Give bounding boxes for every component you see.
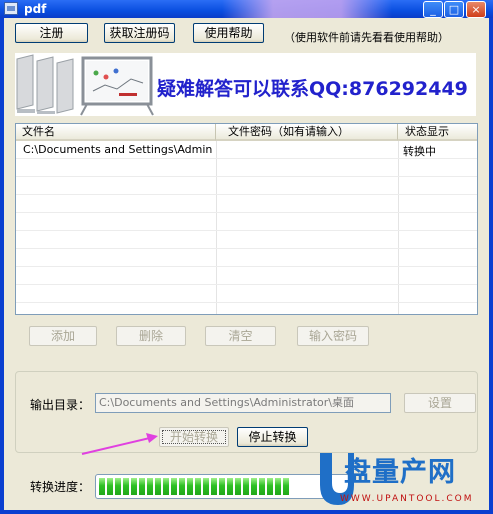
progress-segment: [267, 478, 273, 495]
delete-file-button[interactable]: 删除: [116, 326, 186, 346]
progress-segment: [171, 478, 177, 495]
progress-segment: [139, 478, 145, 495]
progress-segment: [147, 478, 153, 495]
annotation-arrow: [81, 433, 158, 455]
file-name-cell: C:\Documents and Settings\Administr...: [23, 143, 213, 156]
app-icon: [4, 2, 18, 15]
progress-segment: [155, 478, 161, 495]
grid-line: [16, 266, 477, 267]
grid-line: [16, 194, 477, 195]
progress-segment: [163, 478, 169, 495]
output-dir-field[interactable]: C:\Documents and Settings\Administrator\…: [95, 393, 391, 413]
progress-segment: [275, 478, 281, 495]
logo-text: 盘量产网: [344, 457, 456, 488]
maximize-button[interactable]: □: [444, 1, 464, 18]
progress-label: 转换进度：: [30, 480, 91, 494]
progress-segment: [259, 478, 265, 495]
column-header-file-name[interactable]: 文件名: [16, 124, 216, 141]
progress-fill: [99, 478, 292, 495]
help-button[interactable]: 使用帮助: [193, 23, 264, 43]
grid-line: [398, 141, 399, 314]
help-hint-text: （使用软件前请先看看使用帮助）: [284, 31, 449, 44]
output-dir-label: 输出目录：: [30, 398, 91, 412]
close-button[interactable]: ×: [466, 1, 486, 18]
column-header-file-password[interactable]: 文件密码（如有请输入）: [216, 124, 398, 141]
window-title: pdf: [24, 2, 47, 16]
status-cell: 转换中: [403, 145, 436, 158]
banner-contact-text: 疑难解答可以联系QQ:876292449: [157, 78, 468, 100]
progress-segment: [235, 478, 241, 495]
minimize-button[interactable]: _: [423, 1, 443, 18]
progress-segment: [203, 478, 209, 495]
grid-line: [16, 302, 477, 303]
progress-segment: [107, 478, 113, 495]
grid-line: [16, 176, 477, 177]
stop-convert-button[interactable]: 停止转换: [237, 427, 308, 447]
add-file-button[interactable]: 添加: [29, 326, 97, 346]
progress-segment: [179, 478, 185, 495]
enter-password-button[interactable]: 输入密码: [297, 326, 369, 346]
progress-segment: [123, 478, 129, 495]
grid-line: [16, 230, 477, 231]
progress-segment: [283, 478, 289, 495]
conversion-progress-bar: [95, 474, 350, 499]
progress-segment: [187, 478, 193, 495]
progress-segment: [219, 478, 225, 495]
progress-segment: [99, 478, 105, 495]
register-button[interactable]: 注册: [15, 23, 88, 43]
progress-segment: [227, 478, 233, 495]
grid-line: [16, 212, 477, 213]
table-row[interactable]: C:\Documents and Settings\Administr... 转…: [16, 141, 477, 158]
progress-segment: [211, 478, 217, 495]
get-registration-code-button[interactable]: 获取注册码: [104, 23, 175, 43]
progress-segment: [195, 478, 201, 495]
progress-segment: [251, 478, 257, 495]
grid-line: [216, 141, 217, 314]
whiteboard-illustration: [15, 53, 155, 116]
grid-line: [16, 248, 477, 249]
title-bar[interactable]: pdf _ □ ×: [0, 0, 493, 18]
clear-list-button[interactable]: 清空: [205, 326, 276, 346]
progress-segment: [115, 478, 121, 495]
column-header-status[interactable]: 状态显示: [398, 124, 477, 141]
watermark-overlay: [222, 0, 392, 18]
progress-segment: [243, 478, 249, 495]
file-list[interactable]: 文件名 文件密码（如有请输入） 状态显示 C:\Documents and Se…: [15, 123, 478, 315]
start-convert-button[interactable]: 开始转换: [159, 427, 229, 447]
logo-url: WWW.UPANTOOL.COM: [340, 494, 474, 504]
progress-segment: [131, 478, 137, 495]
settings-button[interactable]: 设置: [404, 393, 476, 413]
grid-line: [16, 284, 477, 285]
